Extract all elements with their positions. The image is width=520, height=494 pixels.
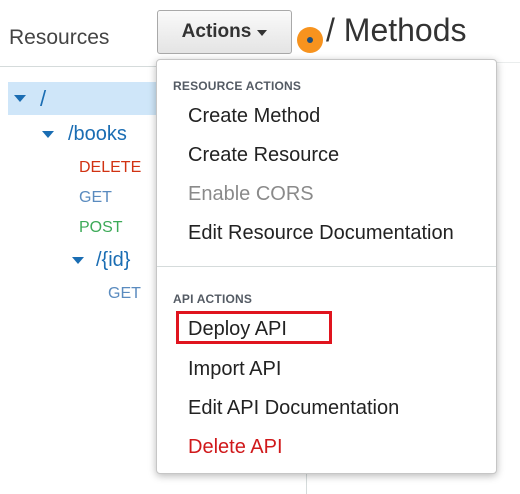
menu-item-edit-resource-documentation[interactable]: Edit Resource Documentation [188,222,454,245]
actions-button-label: Actions [181,21,252,42]
menu-item-create-method[interactable]: Create Method [188,105,320,128]
tree-node-id[interactable]: /{id} [72,247,130,273]
method-get-books[interactable]: GET [79,189,112,207]
menu-section-api-actions: API ACTIONS [173,292,253,306]
actions-dropdown-button[interactable]: Actions [157,10,292,54]
caret-down-icon[interactable] [72,256,84,264]
tree-node-books[interactable]: /books [42,121,127,147]
method-get-id[interactable]: GET [108,285,141,303]
tree-node-root-label[interactable]: / [40,86,46,112]
actions-menu: RESOURCE ACTIONS Create Method Create Re… [156,59,497,474]
chevron-down-icon [257,30,268,36]
method-delete-books[interactable]: DELETE [79,159,141,177]
menu-section-resource-actions: RESOURCE ACTIONS [173,79,302,93]
menu-item-edit-api-documentation[interactable]: Edit API Documentation [188,397,399,420]
menu-divider [157,266,496,267]
tree-node-root[interactable]: / [8,82,168,115]
menu-item-delete-api[interactable]: Delete API [188,436,283,459]
method-post-books[interactable]: POST [79,219,123,237]
api-gateway-console: Resources / /books DELETE GET POST /{id}… [0,0,520,494]
tree-node-books-label[interactable]: /books [68,123,127,146]
caret-down-icon[interactable] [42,130,54,138]
resources-pane-divider [0,66,160,67]
menu-item-import-api[interactable]: Import API [188,358,281,381]
page-title: / Methods [326,12,467,48]
hint-indicator-center [307,37,313,43]
menu-item-enable-cors: Enable CORS [188,183,314,205]
tree-node-id-label[interactable]: /{id} [96,249,130,272]
menu-item-create-resource[interactable]: Create Resource [188,144,339,167]
resources-pane-title: Resources [9,26,110,49]
caret-down-icon[interactable] [14,95,26,102]
menu-item-deploy-api[interactable]: Deploy API [188,318,287,341]
hint-indicator-icon[interactable] [297,27,323,53]
